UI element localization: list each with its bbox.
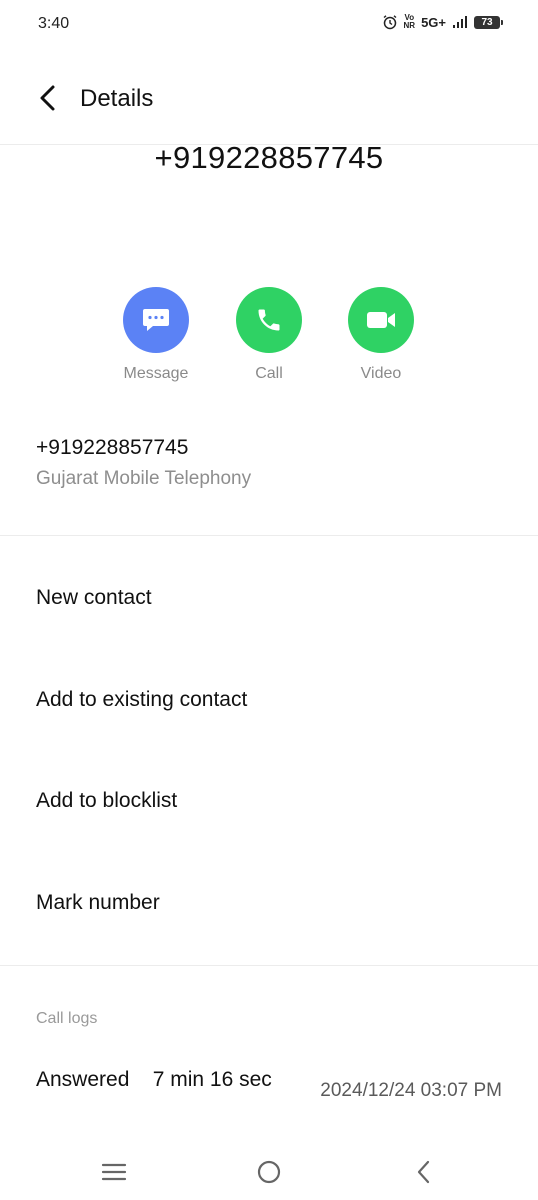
call-log-status: Answered 7 min 16 sec xyxy=(36,1068,272,1091)
message-circle xyxy=(123,287,189,353)
number-info[interactable]: +919228857745 Gujarat Mobile Telephony xyxy=(36,436,251,490)
menu-item-add-existing[interactable]: Add to existing contact xyxy=(36,688,502,712)
menu-item-blocklist[interactable]: Add to blocklist xyxy=(36,789,502,813)
message-icon xyxy=(143,309,169,331)
nav-home-button[interactable] xyxy=(254,1157,284,1187)
network-type: 5G+ xyxy=(421,14,446,30)
call-details-screen: 3:40 Vo NR 5G+ 73 Details +919228857745 … xyxy=(0,0,538,1200)
phone-icon xyxy=(258,309,280,331)
nav-menu-button[interactable] xyxy=(99,1157,129,1187)
number-info-number: +919228857745 xyxy=(36,436,189,459)
call-logs-label: Call logs xyxy=(36,1010,98,1027)
back-arrow-icon xyxy=(417,1160,430,1184)
message-button[interactable]: Message xyxy=(106,287,206,383)
navigation-bar xyxy=(0,1145,538,1200)
signal-icon xyxy=(453,16,467,28)
nav-back-button[interactable] xyxy=(409,1157,439,1187)
number-info-carrier: Gujarat Mobile Telephony xyxy=(36,468,252,489)
volte-indicator: Vo NR xyxy=(404,14,416,30)
video-circle xyxy=(348,287,414,353)
header: Details xyxy=(0,70,538,130)
battery-icon: 73 xyxy=(474,15,503,29)
section-divider-2 xyxy=(0,965,538,966)
video-label: Video xyxy=(360,365,402,382)
status-bar: 3:40 Vo NR 5G+ 73 xyxy=(0,0,538,50)
page-title: Details xyxy=(80,85,154,112)
alarm-icon xyxy=(383,15,396,30)
call-log-row[interactable]: Answered 7 min 16 sec 2024/12/24 03:07 P… xyxy=(36,1064,502,1124)
call-circle xyxy=(236,287,302,353)
call-label: Call xyxy=(255,365,283,382)
video-icon xyxy=(367,312,395,328)
section-divider xyxy=(0,535,538,536)
home-circle-icon xyxy=(257,1160,281,1184)
back-button[interactable] xyxy=(30,80,66,116)
battery-level: 73 xyxy=(481,16,493,28)
call-button[interactable]: Call xyxy=(219,287,319,383)
phone-number-title: +919228857745 xyxy=(154,140,384,175)
status-icons: Vo NR 5G+ 73 xyxy=(382,14,503,30)
volte-bottom: NR xyxy=(403,21,416,30)
menu-item-new-contact[interactable]: New contact xyxy=(36,586,502,610)
message-label: Message xyxy=(123,365,189,382)
chevron-left-icon xyxy=(40,85,55,111)
menu-icon xyxy=(101,1163,127,1181)
status-time: 3:40 xyxy=(38,15,70,32)
call-log-datetime: 2024/12/24 03:07 PM xyxy=(320,1080,502,1101)
menu-item-mark-number[interactable]: Mark number xyxy=(36,891,502,915)
video-button[interactable]: Video xyxy=(331,287,431,383)
